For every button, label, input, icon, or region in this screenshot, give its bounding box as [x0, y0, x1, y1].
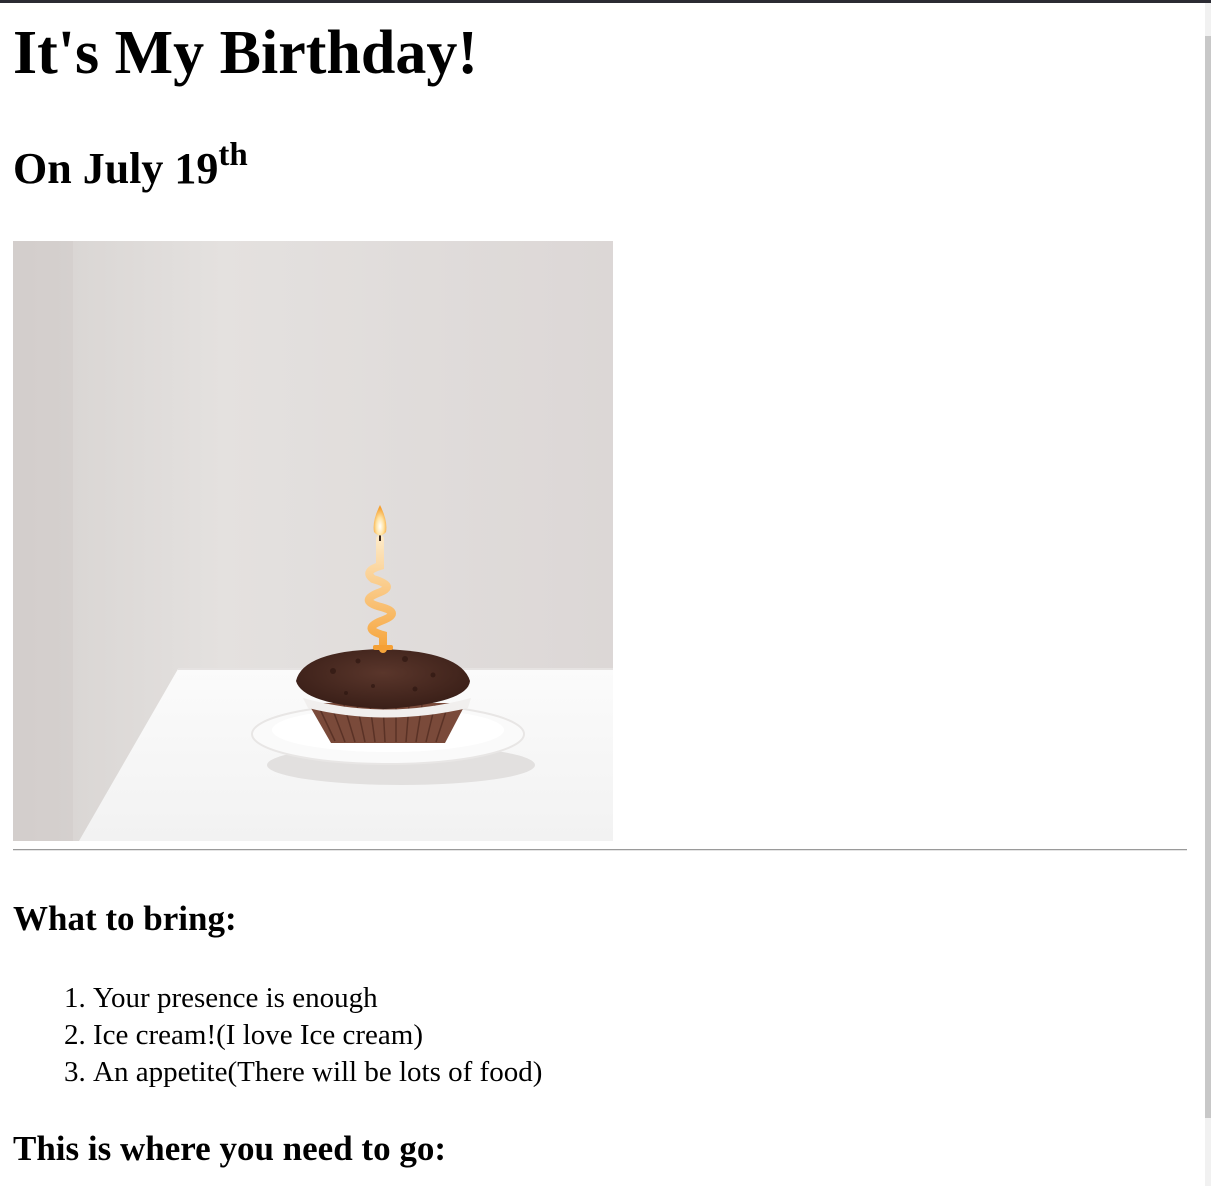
list-item: Ice cream!(I love Ice cream) — [93, 1017, 542, 1054]
section-divider — [13, 849, 1187, 851]
browser-top-edge — [0, 0, 1211, 3]
where-heading: This is where you need to go: — [13, 1129, 446, 1168]
party-date: On July 19th — [13, 137, 248, 196]
list-item: An appetite(There will be lots of food) — [93, 1054, 542, 1091]
scrollbar-thumb[interactable] — [1205, 36, 1211, 1118]
date-ordinal-suffix: th — [218, 137, 248, 173]
list-item: Your presence is enough — [93, 980, 542, 1017]
page-title: It's My Birthday! — [13, 19, 478, 87]
bring-heading: What to bring: — [13, 899, 237, 938]
cupcake-photo — [13, 241, 613, 841]
bring-list: Your presence is enough Ice cream!(I lov… — [13, 980, 542, 1091]
date-text: On July 19 — [13, 144, 219, 193]
cupcake-image — [13, 241, 613, 841]
